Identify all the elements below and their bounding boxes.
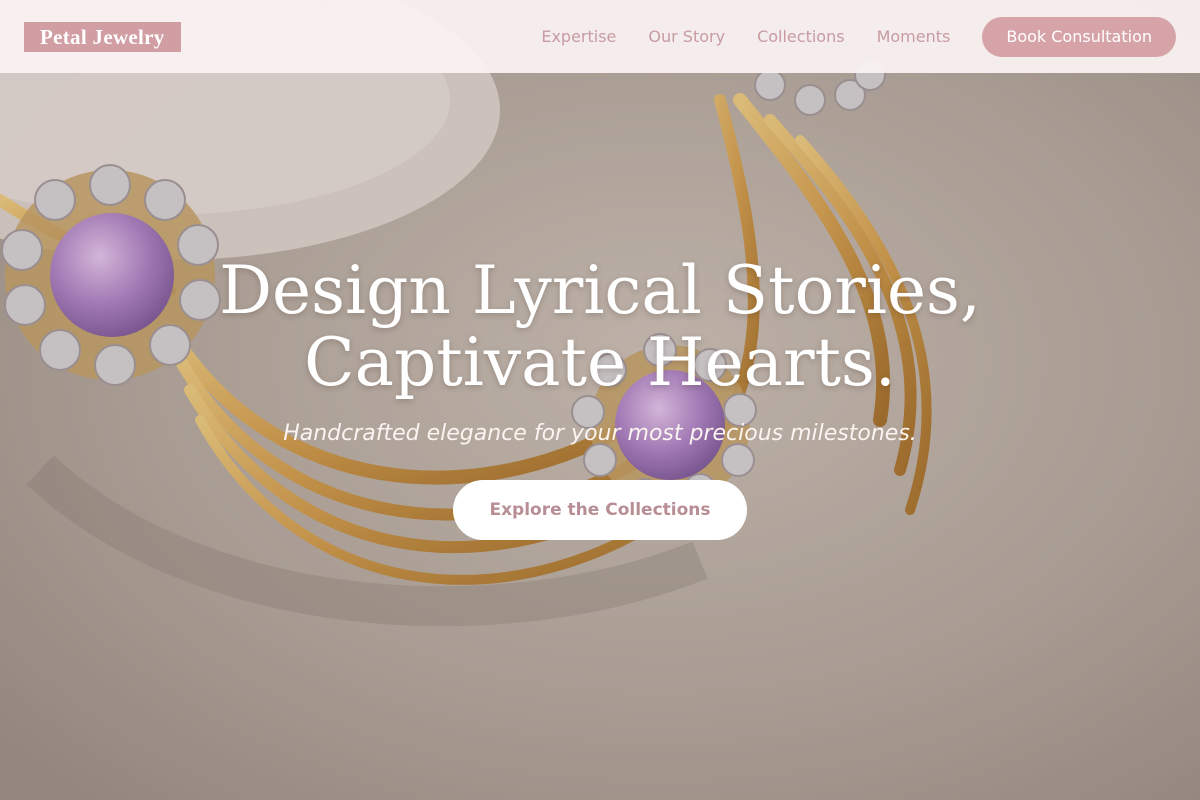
hero-subtitle: Handcrafted elegance for your most preci… bbox=[283, 421, 917, 446]
nav-link-our-story[interactable]: Our Story bbox=[648, 27, 725, 46]
hero-title-line-1: Design Lyrical Stories, bbox=[219, 252, 981, 329]
nav-link-moments[interactable]: Moments bbox=[877, 27, 951, 46]
brand-logo[interactable]: Petal Jewelry bbox=[24, 21, 181, 52]
hero-section: Design Lyrical Stories, Captivate Hearts… bbox=[0, 255, 1200, 540]
nav-link-expertise[interactable]: Expertise bbox=[541, 27, 616, 46]
book-consultation-button[interactable]: Book Consultation bbox=[982, 16, 1176, 57]
hero-title-line-2: Captivate Hearts. bbox=[304, 324, 896, 401]
explore-collections-button[interactable]: Explore the Collections bbox=[453, 480, 747, 540]
main-nav: Expertise Our Story Collections Moments … bbox=[541, 16, 1176, 57]
site-header: Petal Jewelry Expertise Our Story Collec… bbox=[0, 0, 1200, 73]
hero-title: Design Lyrical Stories, Captivate Hearts… bbox=[0, 255, 1200, 399]
nav-link-collections[interactable]: Collections bbox=[757, 27, 844, 46]
